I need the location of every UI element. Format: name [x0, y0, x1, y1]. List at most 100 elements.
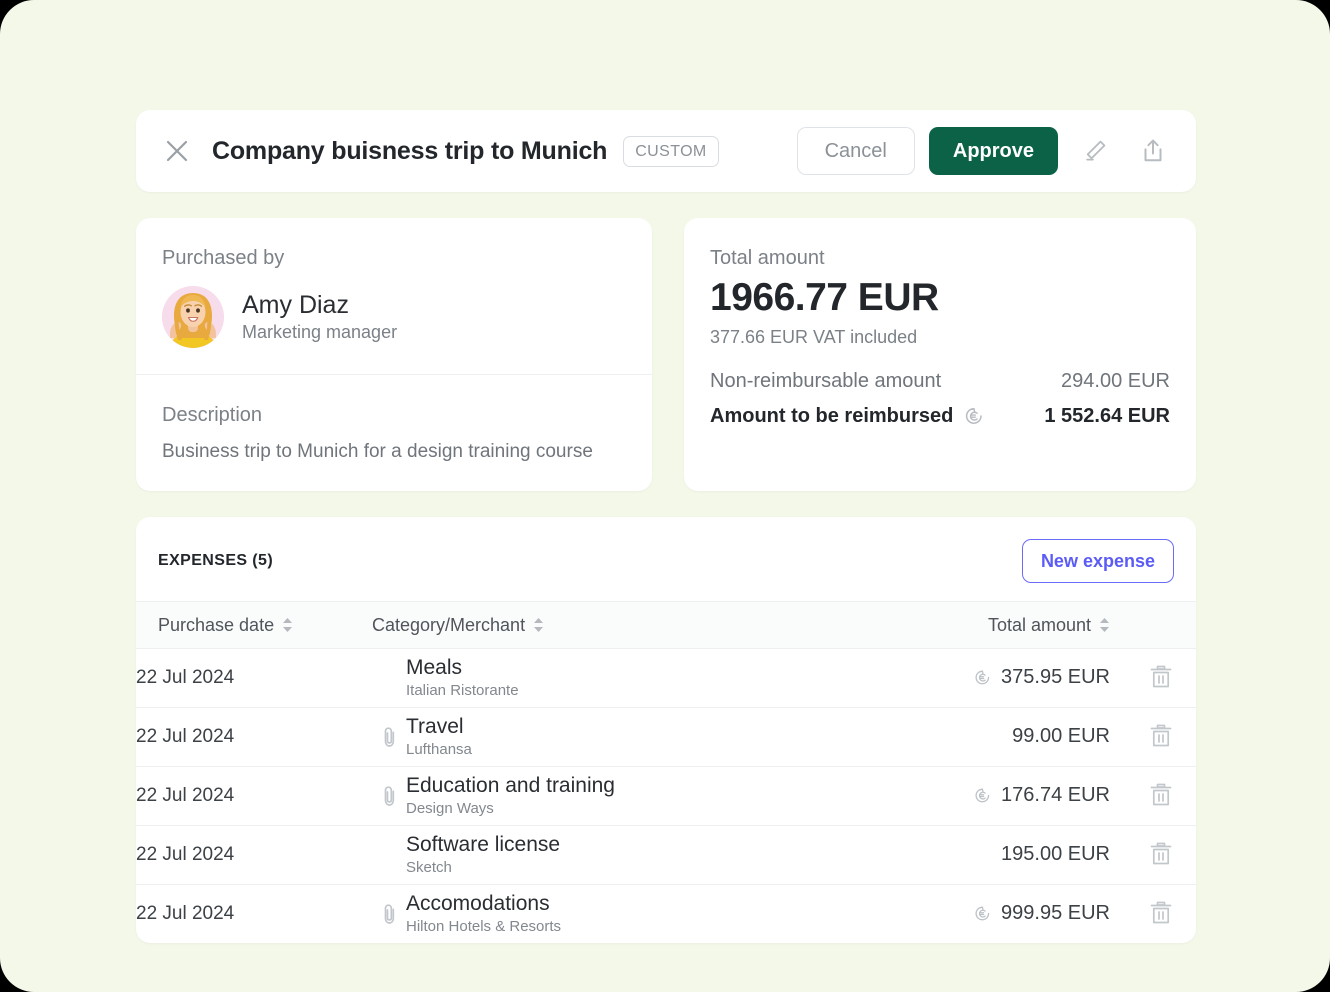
- expense-category: Travel: [406, 715, 464, 739]
- table-row[interactable]: 22 Jul 2024 Software license Sketch 195.00 …: [136, 825, 1196, 885]
- purchaser-name: Amy Diaz: [242, 290, 349, 319]
- column-header-purchase-date[interactable]: Purchase date: [136, 600, 358, 649]
- cell-total-amount: 176.74 EUR: [742, 766, 1126, 826]
- sort-arrows-icon: [534, 618, 544, 633]
- expense-merchant: Sketch: [406, 859, 452, 877]
- cell-purchase-date: 22 Jul 2024: [136, 902, 235, 924]
- column-label-purchase-date: Purchase date: [158, 614, 275, 635]
- total-amount-label: Total amount: [710, 247, 825, 269]
- purchased-by-label: Purchased by: [162, 247, 285, 269]
- expense-category: Education and training: [406, 774, 615, 798]
- expense-category: Meals: [406, 656, 463, 680]
- expense-amount: 99.00 EUR: [1012, 725, 1110, 748]
- edit-button[interactable]: [1074, 130, 1116, 172]
- cell-actions: [1126, 825, 1196, 885]
- euro-refund-icon: [975, 788, 990, 803]
- attachment-slot[interactable]: [372, 725, 406, 749]
- column-label-category-merchant: Category/Merchant: [372, 614, 526, 635]
- delete-expense-button[interactable]: [1144, 719, 1178, 753]
- avatar-image: [162, 286, 224, 348]
- expenses-table-body: 22 Jul 2024 Meals Italian Ristorante 375.95…: [136, 648, 1196, 943]
- non-reimbursable-value: 294.00 EUR: [1061, 369, 1170, 392]
- cell-purchase-date: 22 Jul 2024: [136, 825, 358, 885]
- table-row[interactable]: 22 Jul 2024 Travel Lufthansa 99.00 EUR: [136, 707, 1196, 767]
- status-badge: CUSTOM: [623, 135, 719, 167]
- table-row[interactable]: 22 Jul 2024 Meals Italian Ristorante 375.95…: [136, 648, 1196, 708]
- cell-total-amount: 375.95 EUR: [742, 648, 1126, 708]
- delete-expense-button[interactable]: [1144, 896, 1178, 930]
- expense-merchant: Lufthansa: [406, 741, 472, 759]
- cell-category-merchant: Meals Italian Ristorante: [358, 648, 742, 708]
- cell-purchase-date: 22 Jul 2024: [136, 648, 358, 708]
- totals-section: Total amount 1966.77 EUR 377.66 EUR VAT …: [684, 218, 1196, 454]
- purchaser-role: Marketing manager: [242, 322, 398, 343]
- expense-amount: 176.74 EUR: [1001, 784, 1110, 807]
- cell-purchase-date: 22 Jul 2024: [136, 766, 358, 826]
- column-label-total-amount: Total amount: [987, 614, 1091, 635]
- paperclip-icon: [384, 786, 394, 806]
- expense-merchant: Italian Ristorante: [406, 682, 519, 700]
- share-upload-icon: [1144, 139, 1162, 162]
- summary-row: Purchased by Amy Diaz Marketing manager …: [136, 218, 1196, 491]
- attachment-slot[interactable]: [372, 784, 406, 808]
- share-button[interactable]: [1132, 130, 1174, 172]
- attachment-slot[interactable]: [372, 902, 406, 926]
- description-label: Description: [162, 404, 263, 426]
- avatar: [162, 286, 224, 348]
- delete-expense-button[interactable]: [1144, 660, 1178, 694]
- column-header-total-amount[interactable]: Total amount: [742, 600, 1126, 649]
- non-reimbursable-row: Non-reimbursable amount 294.00 EUR: [710, 370, 1170, 393]
- close-icon: [166, 140, 188, 162]
- table-header-row: Purchase date Category/Merchant Total am…: [136, 600, 1196, 649]
- header-bar: Company buisness trip to Munich CUSTOM C…: [136, 110, 1196, 192]
- sort-arrows-icon: [1100, 618, 1109, 633]
- column-header-actions: [1126, 600, 1196, 649]
- purchaser-identity: Amy Diaz Marketing manager: [242, 291, 397, 344]
- app-background: Company buisness trip to Munich CUSTOM C…: [0, 0, 1330, 992]
- close-button[interactable]: [160, 134, 194, 168]
- purchaser-card: Purchased by Amy Diaz Marketing manager …: [136, 218, 652, 491]
- approve-button[interactable]: Approve: [928, 127, 1058, 175]
- paperclip-icon: [384, 904, 394, 924]
- non-reimbursable-label: Non-reimbursable amount: [710, 369, 942, 392]
- sort-arrows-icon: [283, 618, 293, 633]
- expense-merchant: Design Ways: [406, 800, 494, 818]
- new-expense-button[interactable]: New expense: [1021, 538, 1174, 583]
- purchased-by-section: Purchased by Amy Diaz Marketing manager: [136, 218, 652, 374]
- reimbursed-value: 1 552.64 EUR: [1044, 404, 1170, 427]
- expense-category: Accomodations: [406, 892, 550, 916]
- column-header-category-merchant[interactable]: Category/Merchant: [358, 600, 742, 649]
- cell-actions: [1126, 707, 1196, 767]
- table-row[interactable]: 22 Jul 2024 Education and training Design …: [136, 766, 1196, 826]
- vat-note: 377.66 EUR VAT included: [710, 326, 918, 347]
- trash-icon: [1150, 724, 1172, 747]
- expenses-title: EXPENSES (5): [158, 551, 274, 569]
- expense-amount: 999.95 EUR: [1001, 902, 1110, 925]
- expense-category: Software license: [406, 833, 561, 857]
- totals-card: Total amount 1966.77 EUR 377.66 EUR VAT …: [684, 218, 1196, 491]
- detail-view: Company buisness trip to Munich CUSTOM C…: [136, 110, 1196, 943]
- expenses-card: EXPENSES (5) New expense Purchase date C…: [136, 516, 1196, 943]
- trash-icon: [1150, 842, 1172, 865]
- cell-actions: [1126, 884, 1196, 943]
- cancel-button[interactable]: Cancel: [796, 127, 915, 175]
- expenses-table: Purchase date Category/Merchant Total am…: [136, 600, 1196, 943]
- description-text: Business trip to Munich for a design tra…: [162, 441, 593, 462]
- total-amount-value: 1966.77 EUR: [710, 276, 939, 319]
- euro-refund-icon: [963, 405, 985, 427]
- description-section: Description Business trip to Munich for …: [136, 375, 652, 491]
- cell-category-merchant: Software license Sketch: [358, 825, 742, 885]
- expense-merchant: Hilton Hotels & Resorts: [406, 918, 562, 936]
- delete-expense-button[interactable]: [1144, 837, 1178, 871]
- cell-category-merchant: Education and training Design Ways: [358, 766, 742, 826]
- paperclip-icon: [384, 727, 394, 747]
- expenses-table-head: Purchase date Category/Merchant Total am…: [136, 600, 1196, 649]
- reimbursed-label: Amount to be reimbursed: [710, 404, 954, 427]
- euro-refund-icon: [975, 906, 990, 921]
- cell-total-amount: 195.00 EUR: [742, 825, 1126, 885]
- cell-category-merchant: Travel Lufthansa: [358, 707, 742, 767]
- cell-total-amount: 999.95 EUR: [742, 884, 1126, 943]
- purchaser: Amy Diaz Marketing manager: [162, 286, 626, 348]
- table-row[interactable]: 22 Jul 2024 Accomodations Hilton Hotels & …: [136, 884, 1196, 943]
- delete-expense-button[interactable]: [1144, 778, 1178, 812]
